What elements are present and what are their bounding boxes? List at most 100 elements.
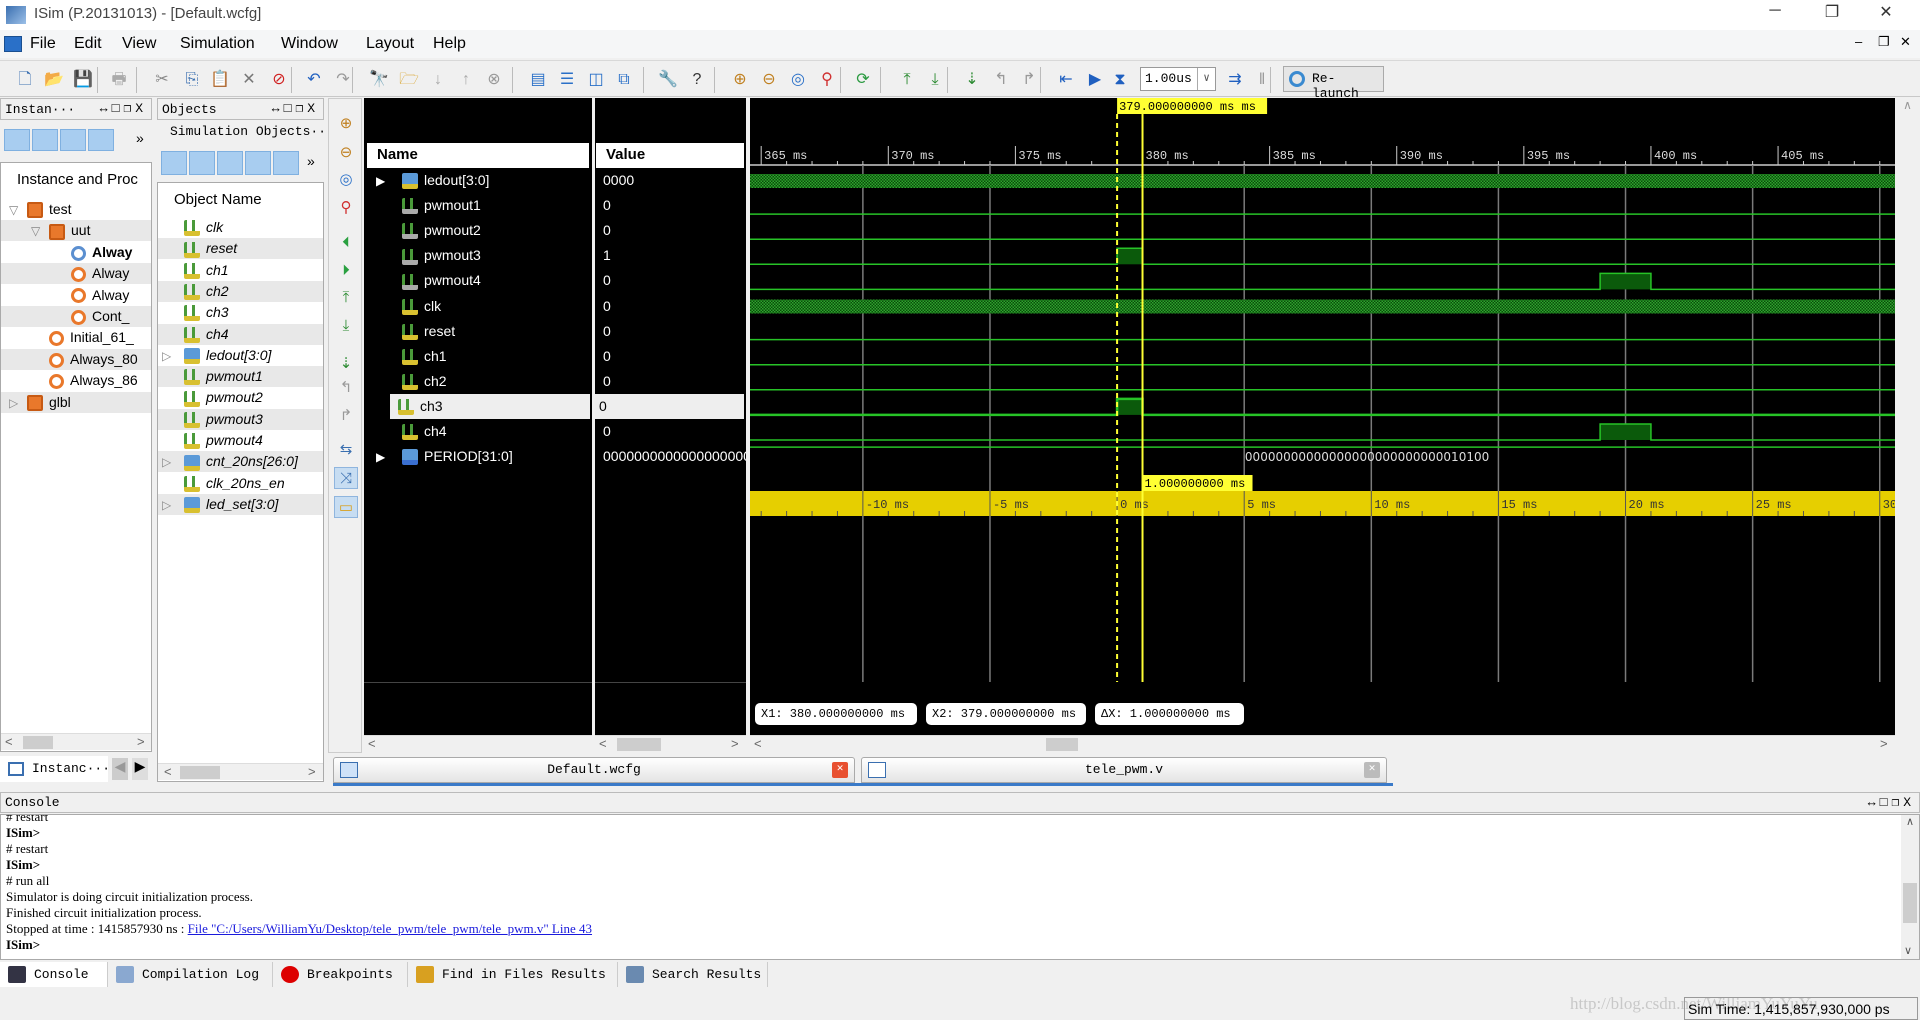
panel-controls[interactable]: ↔□❐X bbox=[1868, 795, 1915, 810]
tree-item[interactable]: Alway bbox=[1, 285, 151, 306]
name-column-header[interactable]: Name bbox=[367, 143, 589, 168]
value-column-header[interactable]: Value bbox=[596, 143, 744, 168]
signal-name-row[interactable]: pwmout4 bbox=[364, 268, 592, 293]
waveform-pane[interactable]: 365 ms 370 ms 375 ms 380 ms 385 ms 390 ms 395 … bbox=[750, 98, 1895, 735]
zoom-in-icon[interactable]: ⊕ bbox=[729, 69, 751, 91]
signal-name-row[interactable]: ch1 bbox=[364, 344, 592, 369]
paste-icon[interactable]: 📋 bbox=[209, 69, 231, 91]
step-out-icon[interactable]: ↱ bbox=[1018, 69, 1040, 91]
tree-item[interactable]: ▷ glbl bbox=[1, 391, 151, 413]
wave-vscrollbar[interactable]: ∧ bbox=[1895, 98, 1920, 752]
expander-icon[interactable]: ▽ bbox=[9, 200, 27, 220]
editor-tab-default-wcfg[interactable]: Default.wcfg ✕ bbox=[333, 757, 855, 783]
expander-icon[interactable]: ▷ bbox=[162, 495, 184, 515]
bottom-tab-breakpoints[interactable]: Breakpoints bbox=[273, 962, 408, 987]
signal-name-row[interactable]: pwmout2 bbox=[364, 218, 592, 243]
step-out-icon[interactable]: ↱ bbox=[334, 405, 358, 427]
console-vscrollbar[interactable]: ∧ ∨ bbox=[1901, 815, 1919, 959]
tile-vertical-icon[interactable]: ◫ bbox=[585, 69, 607, 91]
tree-item[interactable]: ▽ test bbox=[1, 199, 151, 220]
menu-file[interactable]: File bbox=[30, 35, 56, 53]
cancel-icon[interactable]: ⊗ bbox=[483, 69, 505, 91]
run-for-icon[interactable]: ⧗ bbox=[1109, 69, 1131, 91]
object-item[interactable]: ▷ cnt_20ns[26:0] bbox=[158, 451, 323, 473]
zoom-out-icon[interactable]: ⊖ bbox=[334, 142, 358, 164]
snap-transition-icon[interactable]: ⤨ bbox=[334, 467, 358, 489]
swap-cursors-icon[interactable]: ⇆ bbox=[334, 439, 358, 461]
source-file-link[interactable]: File "C:/Users/WilliamYu/Desktop/tele_pw… bbox=[188, 921, 592, 936]
dense-bus-waveform[interactable] bbox=[750, 299, 1895, 314]
signal-waveform[interactable] bbox=[750, 247, 1895, 266]
overflow-chevron-icon[interactable]: » bbox=[307, 153, 315, 169]
zoom-fit-icon[interactable]: ◎ bbox=[334, 169, 358, 191]
step-icon[interactable]: ⇣ bbox=[961, 69, 983, 91]
tree-item[interactable]: Always_80 bbox=[1, 348, 151, 370]
tab-scroll-right[interactable]: ▶ bbox=[132, 758, 148, 780]
signal-waveform[interactable] bbox=[750, 423, 1895, 441]
run-all-icon[interactable]: ⤓ bbox=[924, 69, 946, 91]
menu-edit[interactable]: Edit bbox=[74, 35, 102, 53]
step-time-icon[interactable]: ⇉ bbox=[1224, 69, 1246, 91]
mdi-restore-button[interactable]: ❐ bbox=[1878, 34, 1890, 50]
arrow-down-icon[interactable]: ↓ bbox=[427, 69, 449, 91]
bottom-tab-console[interactable]: Console bbox=[0, 962, 108, 987]
expander-icon[interactable]: ▷ bbox=[162, 346, 184, 366]
open-folder-icon[interactable]: 📂 bbox=[43, 69, 65, 91]
show-instances-icon[interactable] bbox=[4, 129, 30, 151]
close-tab-icon[interactable]: ✕ bbox=[1364, 762, 1380, 778]
console-output[interactable]: # restart ISim> # restart ISim> # run all Sim… bbox=[0, 814, 1920, 960]
find-in-files-icon[interactable]: 🗁 bbox=[398, 69, 420, 91]
object-item[interactable]: reset bbox=[158, 238, 323, 260]
zoom-cursor-icon[interactable]: ⚲ bbox=[816, 69, 838, 91]
print-icon[interactable]: 🖶 bbox=[108, 69, 130, 91]
editor-tab-tele_pwm-v[interactable]: tele_pwm.v ✕ bbox=[861, 757, 1387, 783]
menu-view[interactable]: View bbox=[122, 35, 156, 53]
signal-waveform[interactable] bbox=[750, 272, 1895, 291]
prev-transition-icon[interactable]: ⏴ bbox=[334, 232, 358, 254]
zoom-fit-icon[interactable]: ◎ bbox=[787, 69, 809, 91]
step-over-icon[interactable]: ↰ bbox=[990, 69, 1012, 91]
tree-item[interactable]: Always_86 bbox=[1, 370, 151, 391]
panel-controls[interactable]: ↔□❐X bbox=[272, 101, 319, 116]
object-item[interactable]: ▷ ledout[3:0] bbox=[158, 345, 323, 366]
object-item[interactable]: clk bbox=[158, 217, 323, 238]
context-help-icon[interactable]: ? bbox=[686, 69, 708, 91]
signal-name-row[interactable]: ch2 bbox=[364, 369, 592, 394]
object-item[interactable]: ch1 bbox=[158, 260, 323, 281]
value-hscrollbar[interactable]: < > bbox=[595, 735, 746, 752]
filter-internal-icon[interactable] bbox=[245, 151, 271, 175]
tile-horizontal-icon[interactable]: ☰ bbox=[556, 69, 578, 91]
float-window-icon[interactable]: ⧉ bbox=[613, 69, 635, 91]
copy-icon[interactable]: ⎘ bbox=[181, 69, 203, 91]
object-item[interactable]: ▷ led_set[3:0] bbox=[158, 493, 323, 515]
name-hscrollbar[interactable]: < bbox=[364, 735, 592, 752]
show-code-icon[interactable] bbox=[88, 129, 114, 151]
refresh-icon[interactable]: ⟳ bbox=[852, 69, 874, 91]
signal-name-row[interactable]: reset bbox=[364, 319, 592, 344]
menu-window[interactable]: Window bbox=[281, 35, 338, 53]
next-marker-icon[interactable]: ⤓ bbox=[334, 315, 358, 337]
signal-name-row[interactable]: ▶ ledout[3:0] bbox=[364, 168, 592, 193]
menu-layout[interactable]: Layout bbox=[366, 35, 414, 53]
new-file-icon[interactable]: 🗋 bbox=[14, 69, 36, 91]
tree-item[interactable]: Cont_ bbox=[1, 306, 151, 327]
wrench-icon[interactable]: 🔧 bbox=[657, 69, 679, 91]
zoom-in-icon[interactable]: ⊕ bbox=[334, 113, 358, 135]
signal-name-row[interactable]: clk bbox=[364, 294, 592, 319]
objects-hscrollbar[interactable]: < > bbox=[158, 763, 323, 780]
cut-icon[interactable]: ✂ bbox=[151, 69, 173, 91]
chevron-down-icon[interactable]: ∨ bbox=[1197, 68, 1215, 90]
dense-bus-waveform[interactable] bbox=[750, 174, 1895, 188]
object-item[interactable]: clk_20ns_en bbox=[158, 473, 323, 494]
expander-icon[interactable]: ▷ bbox=[9, 393, 27, 413]
overflow-chevron-icon[interactable]: » bbox=[136, 130, 144, 146]
expander-icon[interactable]: ▽ bbox=[31, 221, 49, 241]
signal-name-row[interactable]: pwmout3 bbox=[364, 243, 592, 268]
object-item[interactable]: pwmout4 bbox=[158, 430, 323, 451]
undo-icon[interactable]: ↶ bbox=[303, 69, 325, 91]
tree-item[interactable]: Initial_61_ bbox=[1, 327, 151, 348]
signal-name-row[interactable]: pwmout1 bbox=[364, 193, 592, 218]
object-item[interactable]: pwmout2 bbox=[158, 387, 323, 408]
mdi-close-button[interactable]: ✕ bbox=[1900, 34, 1911, 50]
tree-item[interactable]: Alway bbox=[1, 263, 151, 285]
